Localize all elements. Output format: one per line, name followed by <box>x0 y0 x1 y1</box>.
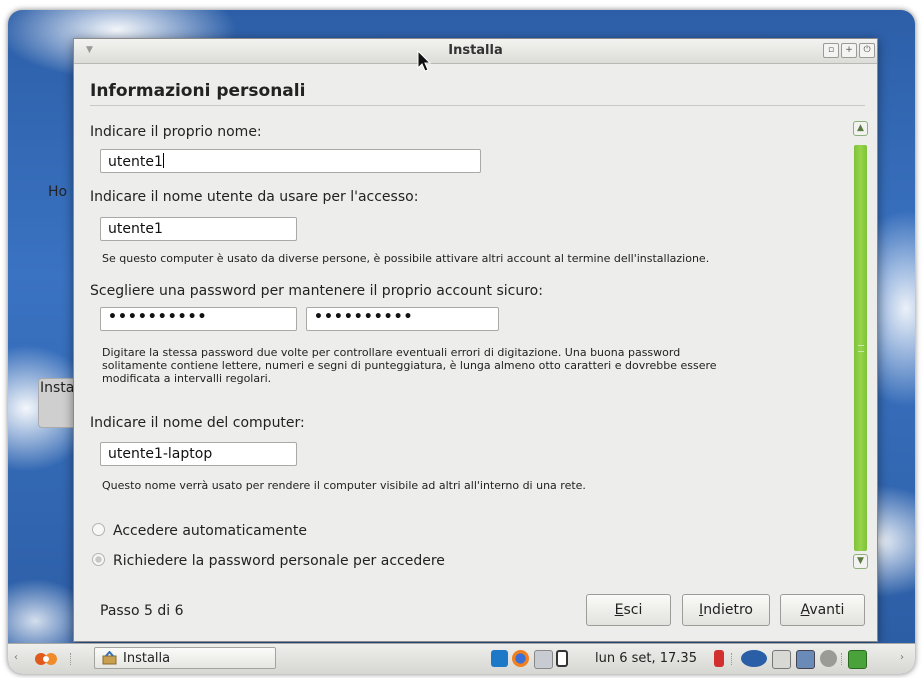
text-caret <box>162 153 164 168</box>
background-window-text: Insta <box>40 380 75 396</box>
radio-auto-login-label: Accedere automaticamente <box>113 523 307 539</box>
quit-button-label: sci <box>623 602 643 618</box>
forward-button[interactable]: Avanti <box>780 594 865 626</box>
computer-name-label: Indicare il nome del computer: <box>90 415 305 431</box>
radio-require-password-label: Richiedere la password personale per acc… <box>113 553 445 569</box>
taskbar-separator <box>70 653 73 665</box>
forward-button-label: vanti <box>809 602 845 618</box>
scroll-up-icon[interactable]: ▲ <box>853 121 868 136</box>
taskbar: ‹ Installa lun 6 set, 17.35 › <box>8 643 915 674</box>
skype-icon[interactable] <box>491 650 508 667</box>
step-indicator: Passo 5 di 6 <box>100 603 184 619</box>
quit-button[interactable]: Esci <box>586 594 671 626</box>
scrollbar-grip <box>858 345 864 352</box>
installer-icon <box>102 651 117 665</box>
maximize-icon[interactable]: + <box>841 43 857 58</box>
username-label: Indicare il nome utente da usare per l'a… <box>90 189 419 205</box>
display-icon[interactable] <box>796 650 815 669</box>
mint-menu-icon[interactable] <box>34 650 60 668</box>
screen-frame: Ho Insta ▼ Installa ▫ + ⏻ Informazioni p… <box>8 10 915 674</box>
username-field[interactable]: utente1 <box>100 217 297 241</box>
taskbar-scroll-right-icon[interactable]: › <box>900 652 904 663</box>
taskbar-task-label: Installa <box>123 651 171 666</box>
update-icon[interactable] <box>848 650 867 669</box>
radio-auto-login[interactable]: Accedere automaticamente <box>92 523 307 539</box>
computer-name-hint: Questo nome verrà usato per rendere il c… <box>102 479 586 492</box>
computer-name-field[interactable]: utente1-laptop <box>100 442 297 466</box>
installer-window: ▼ Installa ▫ + ⏻ Informazioni personali … <box>73 38 878 642</box>
password-field[interactable]: •••••••••• <box>100 307 297 331</box>
window-titlebar[interactable]: ▼ Installa ▫ + ⏻ <box>74 39 877 64</box>
back-button-label: ndietro <box>703 602 753 618</box>
radio-require-password[interactable]: Richiedere la password personale per acc… <box>92 553 445 569</box>
network-icon[interactable] <box>556 650 568 667</box>
window-title: Installa <box>448 43 503 58</box>
page-title: Informazioni personali <box>90 81 306 101</box>
taskbar-task-installa[interactable]: Installa <box>94 647 276 669</box>
minimize-icon[interactable]: ▫ <box>823 43 839 58</box>
back-button[interactable]: Indietro <box>682 594 770 626</box>
password-hint-line: solitamente contiene lettere, numeri e s… <box>102 359 717 372</box>
screenshot-icon[interactable] <box>534 650 553 669</box>
heading-divider <box>90 105 865 106</box>
name-label: Indicare il proprio nome: <box>90 124 262 140</box>
scrollbar-thumb[interactable] <box>854 145 867 551</box>
forward-button-mnemonic: A <box>800 602 810 618</box>
background-window-text: Ho <box>48 184 68 200</box>
close-icon[interactable]: ⏻ <box>859 43 875 58</box>
power-icon[interactable] <box>820 650 837 667</box>
password-confirm-field[interactable]: •••••••••• <box>306 307 499 331</box>
password-hint-line: Digitare la stessa password due volte pe… <box>102 346 681 359</box>
mouse-pointer-icon <box>417 50 432 72</box>
taskbar-separator <box>841 653 844 665</box>
radio-button[interactable] <box>92 553 105 566</box>
password-hint-line: modificata a intervalli regolari. <box>102 372 272 385</box>
name-field[interactable]: utente1 <box>100 149 481 173</box>
taskbar-scroll-left-icon[interactable]: ‹ <box>14 652 18 663</box>
name-field-value: utente1 <box>108 154 163 170</box>
clock[interactable]: lun 6 set, 17.35 <box>595 651 697 666</box>
vertical-scrollbar[interactable]: ▲ ▼ <box>853 121 868 601</box>
username-hint: Se questo computer è usato da diverse pe… <box>102 252 710 265</box>
password-label: Scegliere una password per mantenere il … <box>90 283 543 299</box>
scroll-down-icon[interactable]: ▼ <box>853 554 868 569</box>
taskbar-separator <box>731 653 734 665</box>
volume-icon[interactable] <box>714 650 724 667</box>
wifi-radar-icon[interactable] <box>741 650 767 667</box>
radio-button[interactable] <box>92 523 105 536</box>
firefox-icon[interactable] <box>512 650 529 667</box>
clipboard-icon[interactable] <box>772 650 791 669</box>
